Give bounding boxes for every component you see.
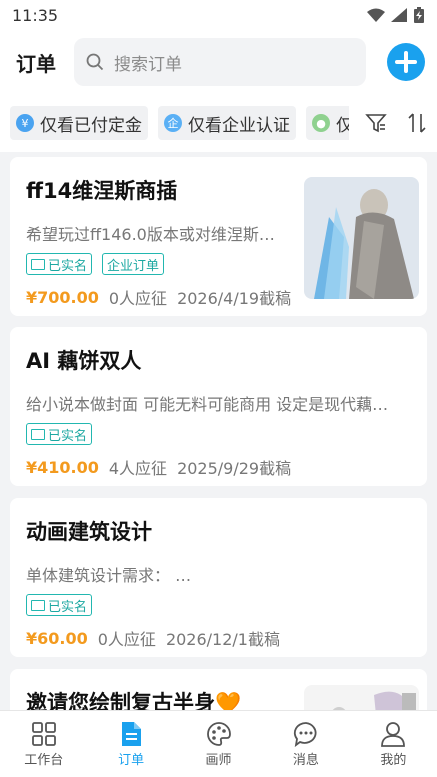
document-icon [122, 721, 142, 746]
search-placeholder: 搜索订单 [114, 54, 182, 75]
order-card[interactable]: ff14维涅斯商插 希望玩过ff146.0版本或对维涅斯… 已实名 企业订单 ¥… [10, 157, 427, 316]
order-card[interactable]: 邀请您绘制复古半身🧡 [10, 669, 427, 710]
tab-label: 我的 [380, 752, 407, 768]
tag-label: 企业订单 [107, 258, 160, 274]
tab-artists[interactable]: 画师 [175, 711, 262, 777]
tag-label: 已实名 [48, 258, 88, 274]
tab-label: 工作台 [24, 752, 64, 768]
order-meta: ¥60.00 0人应征 2026/12/1截稿 [26, 626, 411, 650]
search-input[interactable]: 搜索订单 [74, 38, 366, 86]
person-icon: ● [312, 114, 330, 132]
tab-label: 消息 [292, 752, 319, 768]
order-card[interactable]: AI 藕饼双人 给小说本做封面 可能无料可能商用 设定是现代藕… 已实名 ¥41… [10, 327, 427, 486]
order-tags: 已实名 [26, 594, 411, 616]
tab-label: 画师 [205, 752, 232, 768]
battery-icon [414, 7, 424, 23]
tag-label: 已实名 [48, 428, 88, 444]
enterprise-order-tag: 企业订单 [102, 253, 165, 275]
sort-icon[interactable] [407, 112, 427, 134]
user-icon [381, 721, 406, 747]
filter-enterprise-verified[interactable]: 企 仅看企业认证 [158, 106, 296, 140]
enterprise-icon: 企 [164, 114, 182, 132]
search-icon [86, 53, 104, 71]
order-deadline: 2026/12/1截稿 [165, 630, 280, 649]
bottom-tab-bar: 工作台 订单 画师 消息 我的 [0, 710, 437, 777]
order-price: ¥60.00 [26, 628, 88, 648]
order-thumbnail [304, 685, 419, 710]
order-price: ¥410.00 [26, 457, 99, 477]
order-title: 动画建筑设计 [26, 520, 152, 544]
verified-tag: 已实名 [26, 253, 93, 275]
add-order-button[interactable] [387, 43, 425, 81]
id-card-icon [31, 428, 45, 440]
palette-icon [206, 721, 231, 746]
wifi-icon [367, 8, 385, 22]
verified-tag: 已实名 [26, 594, 93, 616]
status-time: 11:35 [12, 5, 59, 25]
order-meta: ¥410.00 4人应征 2025/9/29截稿 [26, 455, 411, 479]
signal-icon [391, 8, 407, 22]
filter-actions [349, 94, 437, 152]
status-icons [367, 7, 425, 23]
order-deadline: 2025/9/29截稿 [177, 459, 292, 478]
order-card[interactable]: 动画建筑设计 单体建筑设计需求： … 已实名 ¥60.00 0人应征 2026/… [10, 498, 427, 657]
filter-label: 仅看已付定金 [40, 115, 142, 136]
tab-label: 订单 [118, 752, 145, 768]
order-desc: 希望玩过ff146.0版本或对维涅斯… [26, 225, 275, 244]
funnel-icon[interactable] [365, 112, 387, 134]
order-list: ff14维涅斯商插 希望玩过ff146.0版本或对维涅斯… 已实名 企业订单 ¥… [0, 152, 437, 710]
order-applicants: 4人应征 [108, 459, 168, 478]
filter-label: 仅看企业认证 [188, 115, 290, 136]
tab-orders[interactable]: 订单 [87, 711, 174, 777]
header: 订单 搜索订单 [0, 30, 437, 94]
grid-icon [31, 721, 56, 746]
status-bar: 11:35 [0, 0, 437, 30]
id-card-icon [31, 599, 45, 611]
tab-workbench[interactable]: 工作台 [0, 711, 87, 777]
tag-label: 已实名 [48, 599, 88, 615]
verified-tag: 已实名 [26, 423, 93, 445]
yen-icon: ¥ [16, 114, 34, 132]
filter-bar: ¥ 仅看已付定金 企 仅看企业认证 ● 仅 [0, 94, 437, 152]
order-applicants: 0人应征 [108, 289, 168, 308]
order-desc: 单体建筑设计需求： … [26, 566, 192, 585]
order-deadline: 2026/4/19截稿 [177, 289, 292, 308]
tab-messages[interactable]: 消息 [262, 711, 349, 777]
order-applicants: 0人应征 [97, 630, 156, 649]
filter-paid-deposit[interactable]: ¥ 仅看已付定金 [10, 106, 148, 140]
order-thumbnail [304, 177, 419, 299]
page-title: 订单 [16, 51, 56, 76]
order-tags: 已实名 [26, 423, 411, 445]
chat-icon [293, 721, 317, 747]
order-desc: 给小说本做封面 可能无料可能商用 设定是现代藕… [26, 395, 389, 414]
id-card-icon [31, 258, 45, 270]
order-price: ¥700.00 [26, 287, 99, 307]
tab-profile[interactable]: 我的 [350, 711, 437, 777]
order-title: AI 藕饼双人 [26, 349, 142, 373]
